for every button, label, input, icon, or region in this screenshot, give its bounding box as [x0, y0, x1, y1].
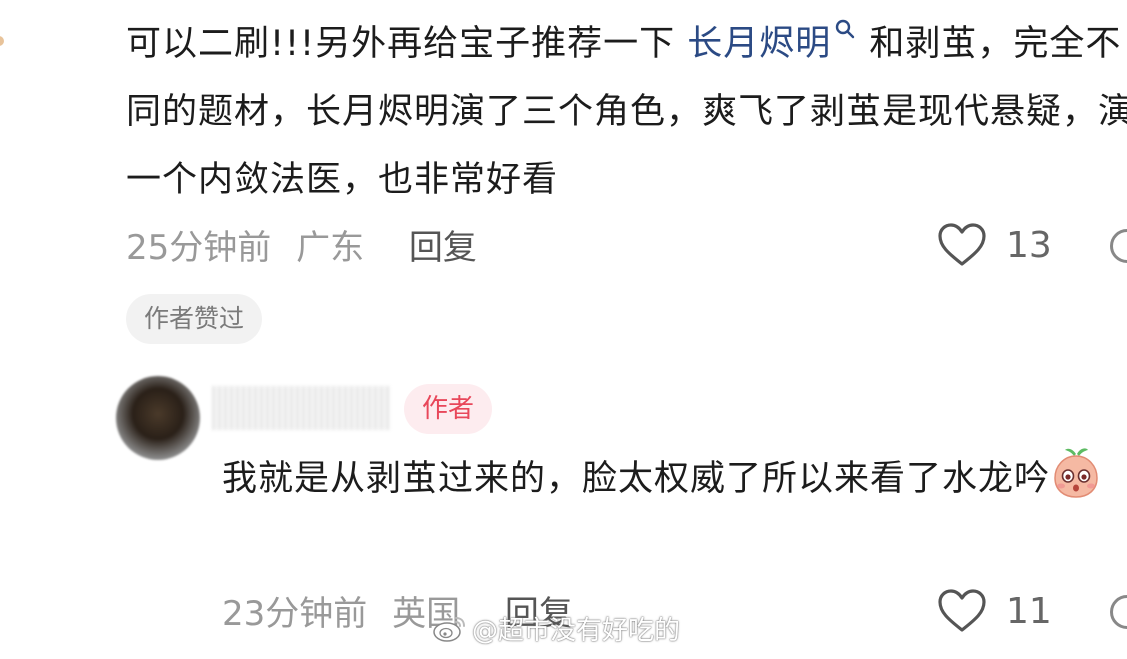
watermark: @超市没有好吃的	[432, 610, 680, 647]
search-icon	[836, 19, 855, 39]
reply-button[interactable]: 回复	[409, 228, 477, 268]
comment-location: 广东	[296, 228, 365, 268]
partial-avatar-edge	[0, 36, 4, 46]
avatar[interactable]	[116, 376, 200, 460]
watermark-text: @超市没有好吃的	[472, 616, 681, 646]
like-button[interactable]: 13	[936, 222, 1052, 268]
weibo-icon	[433, 616, 465, 642]
comment-meta: 25分钟前 广东 回复	[126, 220, 477, 269]
mention-link[interactable]: 长月烬明	[687, 19, 857, 64]
comment-body: 可以二刷!!!另外再给宝子推荐一下 长月烬明 和剥茧，完全不同的题材，长月烬明演…	[126, 10, 1127, 214]
like-button[interactable]: 11	[936, 588, 1052, 634]
reply-time: 23分钟前	[222, 594, 368, 634]
more-icon[interactable]	[1110, 229, 1127, 263]
like-count: 13	[1006, 224, 1052, 266]
more-icon[interactable]	[1110, 595, 1127, 629]
author-liked-badge: 作者赞过	[126, 294, 263, 344]
heart-icon	[938, 589, 986, 632]
reply-text: 我就是从剥茧过来的，脸太权威了所以来看了水龙吟	[222, 459, 1051, 499]
comment-time: 25分钟前	[126, 228, 272, 268]
heart-icon	[938, 223, 986, 266]
mention-label: 长月烬明	[687, 24, 832, 64]
peach-emoji-icon	[1054, 448, 1098, 498]
username-blurred[interactable]	[212, 386, 390, 430]
comment-thread: 可以二刷!!!另外再给宝子推荐一下 长月烬明 和剥茧，完全不同的题材，长月烬明演…	[0, 0, 1127, 659]
author-badge: 作者	[404, 384, 493, 434]
reply-body: 我就是从剥茧过来的，脸太权威了所以来看了水龙吟	[222, 444, 1127, 513]
like-count: 11	[1006, 590, 1052, 632]
comment-text-before: 可以二刷!!!另外再给宝子推荐一下	[126, 24, 688, 64]
